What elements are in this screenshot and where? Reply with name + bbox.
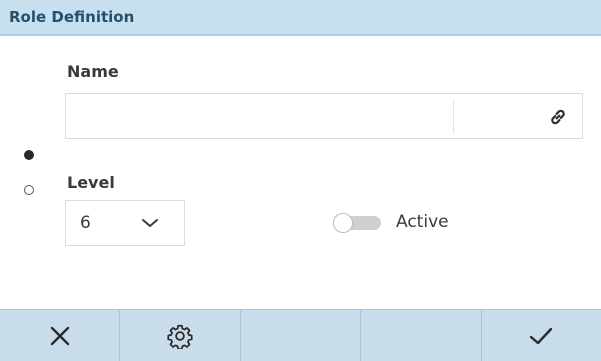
empty-softkey-3 — [241, 310, 362, 361]
name-field[interactable] — [65, 93, 583, 139]
role-definition-screen: Role Definition Name Level 6 Active — [0, 0, 601, 361]
settings-button[interactable] — [120, 310, 241, 361]
page-title: Role Definition — [9, 8, 135, 26]
field-divider — [453, 100, 454, 134]
bottom-toolbar — [0, 309, 601, 361]
link-button[interactable] — [540, 100, 576, 134]
level-label: Level — [67, 173, 115, 192]
name-label: Name — [67, 62, 119, 81]
page-indicator-2[interactable] — [24, 185, 34, 195]
active-toggle[interactable] — [333, 213, 381, 233]
level-value: 6 — [80, 213, 91, 233]
cancel-button[interactable] — [0, 310, 121, 361]
checkmark-icon — [530, 327, 553, 344]
active-label: Active — [396, 212, 449, 232]
empty-softkey-4 — [361, 310, 482, 361]
toggle-knob — [333, 213, 353, 233]
link-icon — [551, 109, 565, 125]
chevron-down-icon — [142, 219, 158, 227]
close-icon — [50, 326, 69, 345]
page-indicator-1[interactable] — [24, 150, 34, 160]
confirm-button[interactable] — [482, 310, 601, 361]
level-select[interactable]: 6 — [65, 200, 185, 246]
title-bar: Role Definition — [0, 0, 601, 36]
gear-icon — [167, 324, 193, 349]
